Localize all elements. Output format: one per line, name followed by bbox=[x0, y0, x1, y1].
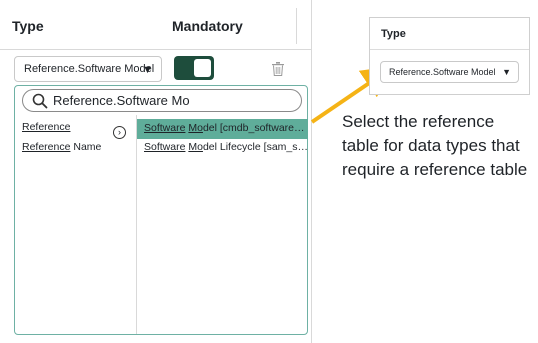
caret-down-icon: ▼ bbox=[502, 67, 511, 77]
callout-type-select[interactable]: Reference.Software Model ▼ bbox=[380, 61, 519, 83]
caption-line: table for data types that bbox=[342, 136, 520, 155]
callout-select-value: Reference.Software Model bbox=[389, 67, 496, 77]
instruction-caption: Select the reference table for data type… bbox=[342, 110, 532, 182]
caption-line: Select the reference bbox=[342, 112, 495, 131]
callout-header: Type bbox=[370, 18, 529, 50]
type-field-callout: Type Reference.Software Model ▼ bbox=[369, 17, 530, 95]
caption-line: require a reference table bbox=[342, 160, 528, 179]
callout-type-label: Type bbox=[381, 28, 406, 40]
